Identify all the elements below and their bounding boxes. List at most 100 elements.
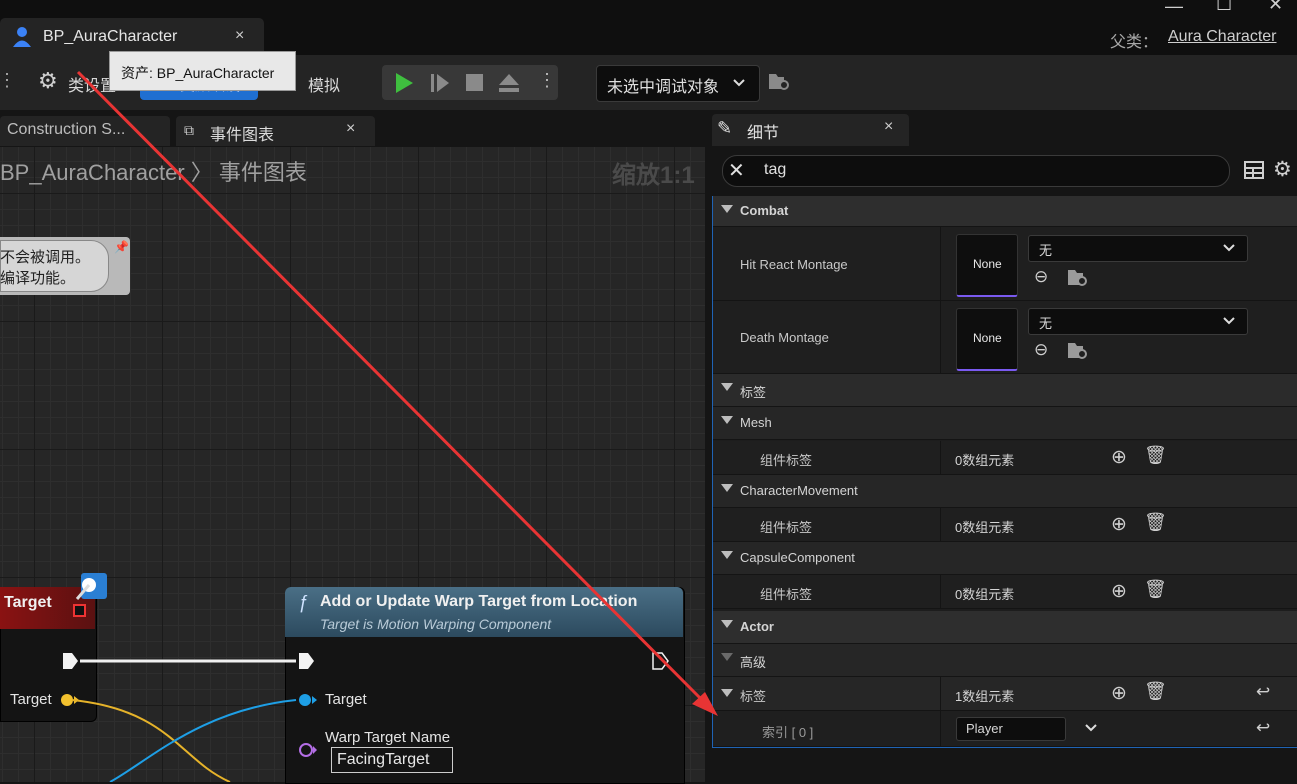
tab-construction-script[interactable]: Construction S... <box>0 116 170 146</box>
expand-arrow-icon <box>721 416 733 424</box>
category-tags[interactable]: 标签 <box>713 374 1297 407</box>
breadcrumb: BP_AuraCharacter 〉 事件图表 <box>0 155 307 187</box>
play-controls: ⋮ <box>382 65 558 100</box>
expand-arrow-icon <box>721 205 733 213</box>
category-capsule-component-label: CapsuleComponent <box>740 550 855 565</box>
capsule-tags-count: 0数组元素 <box>955 587 1015 602</box>
prop-capsule-component-tags: 组件标签 0数组元素 ⊕ 🗑 <box>713 575 1297 609</box>
settings-gear-icon[interactable]: ⚙ <box>1273 157 1292 182</box>
expand-arrow-icon <box>721 620 733 628</box>
stop-icon[interactable] <box>466 74 484 92</box>
delete-trash-icon[interactable]: 🗑 <box>1144 512 1167 533</box>
actor-tag-value: Player <box>966 721 1003 736</box>
close-window-icon[interactable]: ✕ <box>1268 0 1283 15</box>
mesh-tags-count: 0数组元素 <box>955 453 1015 468</box>
breadcrumb-root[interactable]: BP_AuraCharacter <box>0 160 185 185</box>
graph-wires <box>71 659 297 782</box>
details-tab-close-icon[interactable]: × <box>884 118 893 136</box>
actor-tags-count: 1数组元素 <box>955 689 1015 704</box>
category-tags-label: 标签 <box>740 385 767 400</box>
expand-arrow-icon <box>721 484 733 492</box>
pencil-icon: ✎ <box>717 118 733 138</box>
death-thumb-text: None <box>973 331 1002 345</box>
reset-to-default-icon[interactable]: ↩ <box>1256 718 1270 738</box>
add-element-icon[interactable]: ⊕ <box>1111 682 1127 705</box>
zoom-level: 缩放1:1 <box>612 162 695 189</box>
capsule-component-tags-label: 组件标签 <box>760 587 813 602</box>
expand-arrow-icon <box>721 551 733 559</box>
parent-class-label: 父类： <box>1110 34 1159 51</box>
parent-class-link[interactable]: Aura Character <box>1168 28 1277 46</box>
hit-react-thumb-text: None <box>973 257 1002 271</box>
reset-to-default-icon[interactable]: ↩ <box>1256 682 1270 702</box>
details-tab-label: 细节 <box>747 125 780 142</box>
browse-asset-icon[interactable] <box>1067 341 1089 361</box>
mesh-component-tags-label: 组件标签 <box>760 453 813 468</box>
comment-text-2: 编译功能。 <box>0 270 76 287</box>
chevron-down-icon <box>1223 317 1235 325</box>
tooltip-text: 资产: BP_AuraCharacter <box>121 65 275 81</box>
expand-arrow-icon <box>721 653 733 661</box>
chevron-down-icon[interactable] <box>1085 724 1097 733</box>
breadcrumb-leaf[interactable]: 事件图表 <box>219 160 307 185</box>
delete-trash-icon[interactable]: 🗑 <box>1144 445 1167 466</box>
asset-tab-label: BP_AuraCharacter <box>43 28 178 45</box>
pin-icon[interactable]: 📌 <box>114 240 129 254</box>
breadcrumb-separator: 〉 <box>190 160 213 185</box>
movement-tags-count: 0数组元素 <box>955 520 1015 535</box>
add-element-icon[interactable]: ⊕ <box>1111 513 1127 536</box>
tab-event-graph[interactable]: ⧉ 事件图表 × <box>176 116 375 146</box>
hit-react-thumbnail[interactable]: None <box>956 234 1018 297</box>
details-tab[interactable]: ✎ 细节 × <box>712 114 909 146</box>
category-advanced[interactable]: 高级 <box>713 644 1297 677</box>
browse-debug-icon[interactable] <box>768 71 792 93</box>
death-montage-label: Death Montage <box>740 330 829 345</box>
delete-trash-icon[interactable]: 🗑 <box>1144 681 1167 702</box>
tab-construction-label: Construction S... <box>7 121 126 138</box>
category-combat[interactable]: Combat <box>713 196 1297 227</box>
tab-event-graph-label: 事件图表 <box>210 127 275 144</box>
category-mesh-label: Mesh <box>740 415 772 430</box>
minimize-icon[interactable]: — <box>1165 0 1183 17</box>
expand-arrow-icon <box>721 383 733 391</box>
expand-arrow-icon[interactable] <box>721 689 733 697</box>
chevron-down-icon <box>1223 244 1235 252</box>
asset-tab-close-icon[interactable]: × <box>235 27 244 45</box>
chevron-down-icon <box>733 79 745 87</box>
add-element-icon[interactable]: ⊕ <box>1111 580 1127 603</box>
prop-death-montage: Death Montage None 无 ⊖ <box>713 301 1297 374</box>
category-mesh[interactable]: Mesh <box>713 407 1297 440</box>
simulate-button[interactable]: 模拟 <box>308 72 340 96</box>
use-selected-icon[interactable]: ⊖ <box>1034 267 1048 287</box>
tab-close-icon[interactable]: × <box>346 120 355 138</box>
hit-react-asset-picker[interactable]: 无 <box>1028 235 1248 262</box>
play-options-icon[interactable]: ⋮ <box>538 70 556 91</box>
category-capsule-component[interactable]: CapsuleComponent <box>713 542 1297 575</box>
play-icon[interactable] <box>394 72 414 94</box>
use-selected-icon[interactable]: ⊖ <box>1034 340 1048 360</box>
search-value: tag <box>764 161 787 178</box>
death-value: 无 <box>1039 316 1053 331</box>
details-search-input[interactable]: ✕ tag <box>722 155 1230 187</box>
asset-tooltip: 资产: BP_AuraCharacter <box>109 51 296 91</box>
step-forward-icon[interactable] <box>430 73 450 93</box>
clear-search-icon[interactable]: ✕ <box>728 158 745 183</box>
debug-target-label: 未选中调试对象 <box>607 79 720 96</box>
movement-component-tags-label: 组件标签 <box>760 520 813 535</box>
browse-asset-icon[interactable] <box>1067 268 1089 288</box>
category-actor[interactable]: Actor <box>713 611 1297 644</box>
actor-tags-label: 标签 <box>740 689 767 704</box>
table-view-icon[interactable] <box>1244 161 1264 179</box>
delete-trash-icon[interactable]: 🗑 <box>1144 579 1167 600</box>
death-asset-picker[interactable]: 无 <box>1028 308 1248 335</box>
add-element-icon[interactable]: ⊕ <box>1111 446 1127 469</box>
maximize-icon[interactable]: ☐ <box>1216 0 1232 15</box>
category-combat-label: Combat <box>740 203 789 218</box>
debug-target-dropdown[interactable]: 未选中调试对象 <box>596 65 760 102</box>
category-character-movement[interactable]: CharacterMovement <box>713 475 1297 508</box>
actor-tag-input[interactable]: Player <box>956 717 1066 741</box>
death-thumbnail[interactable]: None <box>956 308 1018 371</box>
toolbar-menu-dots-icon[interactable]: ⋮ <box>0 70 16 91</box>
category-actor-label: Actor <box>740 619 774 634</box>
eject-icon[interactable] <box>498 73 520 93</box>
